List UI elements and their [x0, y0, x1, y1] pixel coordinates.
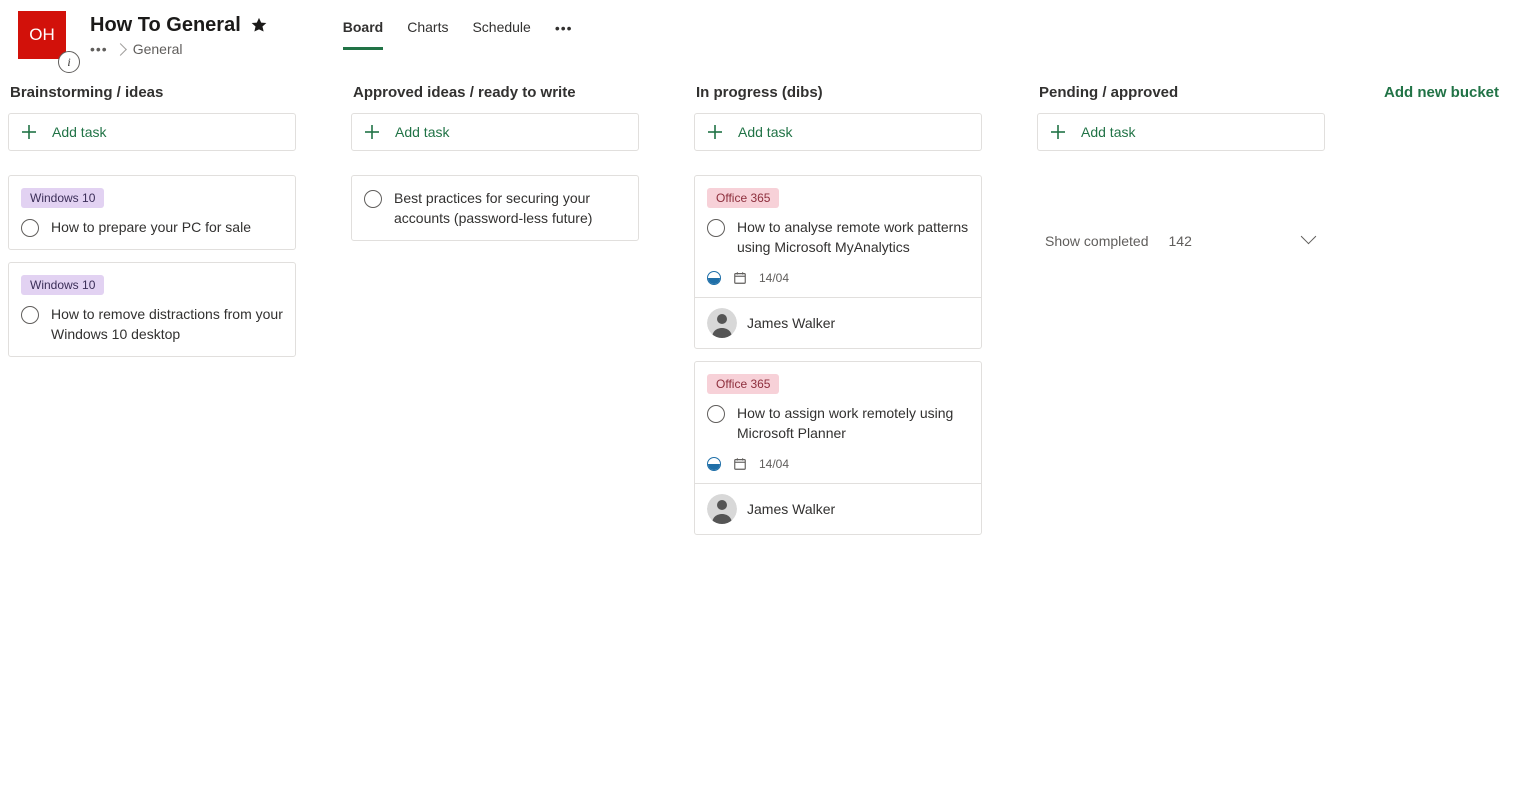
bucket-title[interactable]: In progress (dibs): [694, 84, 982, 113]
category-label: Windows 10: [21, 275, 104, 295]
bucket-in-progress: In progress (dibs) Add task Office 365 H…: [694, 84, 982, 535]
task-title: Best practices for securing your account…: [394, 188, 626, 228]
complete-checkbox[interactable]: [21, 219, 39, 237]
category-label: Office 365: [707, 188, 779, 208]
tab-schedule[interactable]: Schedule: [472, 19, 530, 50]
calendar-icon: [733, 457, 747, 471]
task-assignee[interactable]: James Walker: [695, 297, 981, 348]
breadcrumb[interactable]: ••• General: [90, 41, 268, 57]
task-title: How to analyse remote work patterns usin…: [737, 217, 969, 257]
add-bucket-button[interactable]: Add new bucket: [1380, 84, 1503, 535]
breadcrumb-ellipsis-icon[interactable]: •••: [90, 41, 108, 57]
avatar: [707, 494, 737, 524]
progress-in-progress-icon: [707, 271, 721, 285]
avatar: [707, 308, 737, 338]
progress-in-progress-icon: [707, 457, 721, 471]
task-card[interactable]: Office 365 How to analyse remote work pa…: [694, 175, 982, 349]
add-task-label: Add task: [738, 124, 792, 140]
calendar-icon: [733, 271, 747, 285]
task-meta: 14/04: [707, 271, 969, 285]
due-date: 14/04: [759, 271, 789, 285]
complete-checkbox[interactable]: [364, 190, 382, 208]
chevron-down-icon: [1303, 234, 1317, 248]
board: Brainstorming / ideas Add task Windows 1…: [0, 74, 1516, 535]
bucket-title[interactable]: Pending / approved: [1037, 84, 1325, 113]
task-assignee[interactable]: James Walker: [695, 483, 981, 534]
task-card[interactable]: Windows 10 How to remove distractions fr…: [8, 262, 296, 357]
assignee-name: James Walker: [747, 501, 835, 517]
plus-icon: [1050, 124, 1066, 140]
tab-charts[interactable]: Charts: [407, 19, 448, 50]
task-title: How to remove distractions from your Win…: [51, 304, 283, 344]
star-filled-icon[interactable]: [250, 16, 268, 34]
plus-icon: [364, 124, 380, 140]
category-label: Windows 10: [21, 188, 104, 208]
complete-checkbox[interactable]: [707, 405, 725, 423]
add-task-label: Add task: [52, 124, 106, 140]
complete-checkbox[interactable]: [21, 306, 39, 324]
add-task-button[interactable]: Add task: [694, 113, 982, 151]
category-label: Office 365: [707, 374, 779, 394]
add-task-button[interactable]: Add task: [1037, 113, 1325, 151]
add-task-label: Add task: [1081, 124, 1135, 140]
plan-title-block: How To General ••• General: [90, 11, 268, 57]
task-card[interactable]: Best practices for securing your account…: [351, 175, 639, 241]
complete-checkbox[interactable]: [707, 219, 725, 237]
info-icon[interactable]: i: [58, 51, 80, 73]
plus-icon: [21, 124, 37, 140]
bucket-pending-approved: Pending / approved Add task Show complet…: [1037, 84, 1325, 535]
plan-icon-wrap: OH i: [18, 11, 66, 59]
task-card[interactable]: Office 365 How to assign work remotely u…: [694, 361, 982, 535]
show-completed-count: 142: [1169, 233, 1192, 249]
plan-header: OH i How To General ••• General Board Ch…: [0, 0, 1516, 74]
breadcrumb-item[interactable]: General: [133, 41, 183, 57]
view-tabs: Board Charts Schedule •••: [343, 14, 573, 54]
assignee-name: James Walker: [747, 315, 835, 331]
tab-board[interactable]: Board: [343, 19, 383, 50]
bucket-approved-ideas: Approved ideas / ready to write Add task…: [351, 84, 639, 535]
task-meta: 14/04: [707, 457, 969, 471]
bucket-brainstorming: Brainstorming / ideas Add task Windows 1…: [8, 84, 296, 535]
plan-title-row: How To General: [90, 11, 268, 39]
show-completed-label: Show completed: [1045, 233, 1149, 249]
task-title: How to assign work remotely using Micros…: [737, 403, 969, 443]
chevron-right-icon: [114, 43, 127, 56]
due-date: 14/04: [759, 457, 789, 471]
tab-more-icon[interactable]: •••: [555, 20, 573, 48]
show-completed-toggle[interactable]: Show completed 142: [1037, 229, 1325, 253]
plan-icon: OH: [18, 11, 66, 59]
add-task-button[interactable]: Add task: [351, 113, 639, 151]
task-title: How to prepare your PC for sale: [51, 217, 251, 237]
task-card[interactable]: Windows 10 How to prepare your PC for sa…: [8, 175, 296, 250]
plus-icon: [707, 124, 723, 140]
bucket-title[interactable]: Approved ideas / ready to write: [351, 84, 639, 113]
plan-title: How To General: [90, 11, 241, 39]
add-task-button[interactable]: Add task: [8, 113, 296, 151]
add-task-label: Add task: [395, 124, 449, 140]
bucket-title[interactable]: Brainstorming / ideas: [8, 84, 296, 113]
